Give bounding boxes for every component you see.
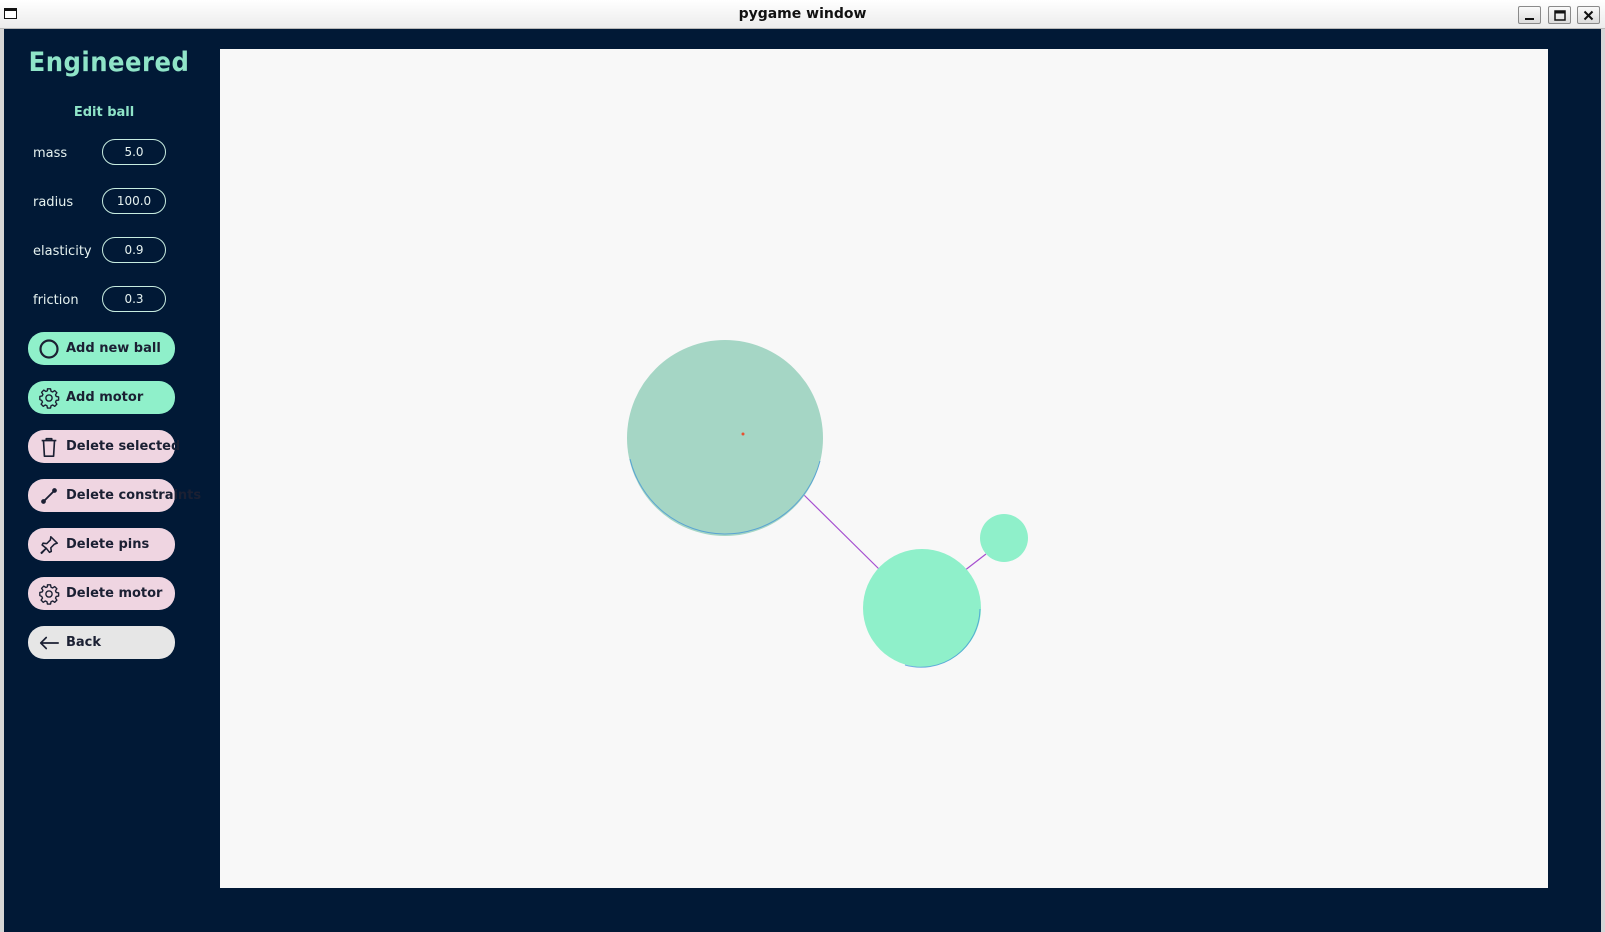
delete-constraints-label: Delete constraints xyxy=(66,488,202,503)
delete-constraints-button[interactable]: Delete constraints xyxy=(28,479,201,512)
close-button[interactable] xyxy=(1577,6,1600,24)
constraint-line[interactable] xyxy=(963,553,987,572)
mass-input[interactable] xyxy=(102,139,166,165)
close-icon xyxy=(1583,10,1594,20)
delete-motor-label: Delete motor xyxy=(66,586,163,601)
delete-motor-button[interactable]: Delete motor xyxy=(28,577,175,610)
mass-label: mass xyxy=(33,146,68,161)
delete-selected-label: Delete selected xyxy=(66,439,181,454)
minimize-button[interactable] xyxy=(1518,6,1541,24)
link-icon xyxy=(37,484,61,508)
panel-title: Edit ball xyxy=(73,105,135,120)
trash-icon xyxy=(37,435,61,459)
window-title: pygame window xyxy=(738,6,867,22)
arrow-left-icon xyxy=(37,631,61,655)
radius-label: radius xyxy=(33,195,74,210)
add-new-ball-label: Add new ball xyxy=(66,341,161,356)
radius-input[interactable] xyxy=(102,188,166,214)
pin-icon xyxy=(37,533,61,557)
delete-pins-button[interactable]: Delete pins xyxy=(28,528,175,561)
maximize-icon xyxy=(1553,9,1566,21)
constraint-line[interactable] xyxy=(803,494,883,573)
back-button[interactable]: Back xyxy=(28,626,175,659)
app-window: Engineered Edit ball mass radius elastic… xyxy=(4,29,1601,932)
maximize-button[interactable] xyxy=(1548,6,1571,24)
elasticity-label: elasticity xyxy=(33,244,92,259)
app-logo-title: Engineered xyxy=(28,47,190,78)
ball-center-marker xyxy=(741,432,745,436)
ball[interactable] xyxy=(980,514,1028,562)
friction-input[interactable] xyxy=(102,286,166,312)
window-titlebar: pygame window xyxy=(0,0,1605,29)
circle-icon xyxy=(37,337,61,361)
gear-icon xyxy=(37,386,61,410)
minimize-icon xyxy=(1525,17,1534,20)
gear-icon xyxy=(37,582,61,606)
scene-svg xyxy=(627,340,1028,668)
simulation-canvas[interactable] xyxy=(220,49,1548,888)
add-motor-label: Add motor xyxy=(66,390,144,405)
add-new-ball-button[interactable]: Add new ball xyxy=(28,332,175,365)
delete-selected-button[interactable]: Delete selected xyxy=(28,430,180,463)
back-label: Back xyxy=(66,635,102,650)
friction-label: friction xyxy=(33,293,79,308)
elasticity-input[interactable] xyxy=(102,237,166,263)
delete-pins-label: Delete pins xyxy=(66,537,150,552)
add-motor-button[interactable]: Add motor xyxy=(28,381,175,414)
